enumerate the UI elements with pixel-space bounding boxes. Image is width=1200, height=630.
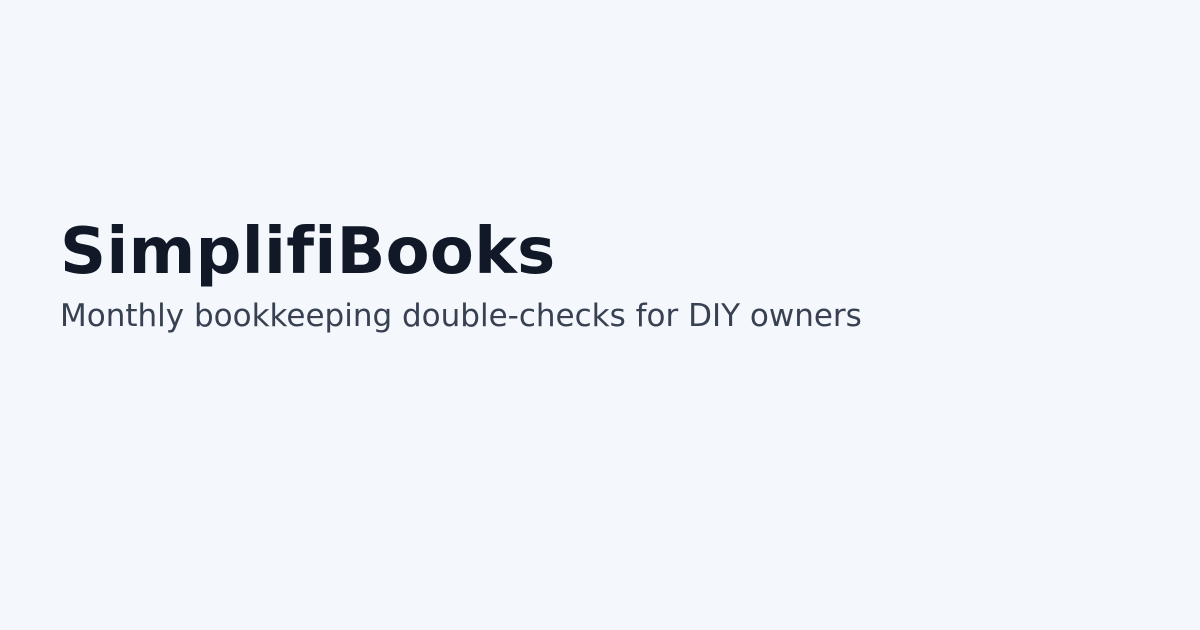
brand-name: SimplifiBooks <box>60 215 556 289</box>
social-card: SimplifiBooks Monthly bookkeeping double… <box>0 0 1200 630</box>
brand-tagline: Monthly bookkeeping double-checks for DI… <box>60 298 862 334</box>
brand-block: SimplifiBooks Monthly bookkeeping double… <box>60 220 862 335</box>
